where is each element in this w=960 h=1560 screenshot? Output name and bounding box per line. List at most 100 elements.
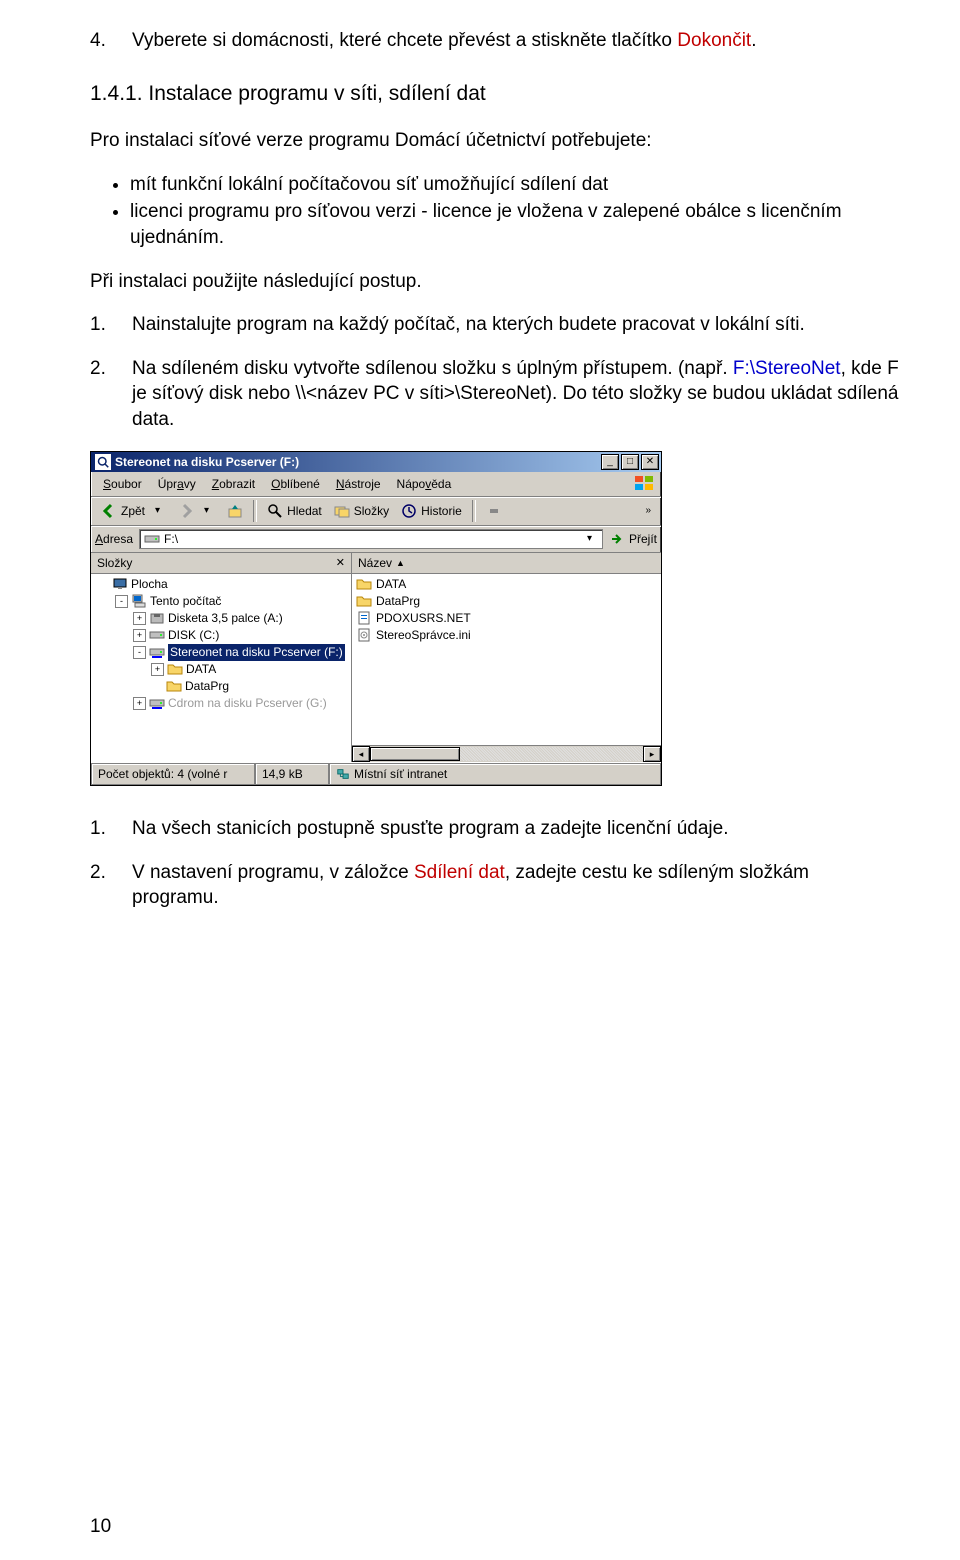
more-icon [486, 503, 502, 519]
desktop-icon [112, 576, 128, 592]
list-item: licenci programu pro síťovou verzi - lic… [130, 199, 900, 250]
menu-item[interactable]: Úpravy [150, 474, 204, 494]
file-name: DataPrg [376, 593, 420, 609]
search-button[interactable]: Hledat [261, 501, 328, 521]
folder-icon [356, 593, 372, 609]
up-button[interactable] [221, 501, 249, 521]
file-list[interactable]: DATADataPrgPDOXUSRS.NETStereoSprávce.ini [352, 574, 661, 745]
tree-item-label: Disketa 3,5 palce (A:) [168, 610, 283, 626]
separator [253, 500, 257, 522]
forward-button[interactable]: ▾ [172, 501, 221, 521]
expand-toggle[interactable]: - [133, 646, 146, 659]
go-button[interactable]: Přejít [603, 531, 657, 547]
close-pane-button[interactable]: ✕ [336, 556, 345, 571]
titlebar[interactable]: Stereonet na disku Pcserver (F:) _ □ ✕ [91, 452, 661, 472]
tree-item-label: Tento počítač [150, 593, 221, 609]
status-objects: Počet objektů: 4 (volné r [91, 763, 255, 785]
expand-toggle[interactable]: - [115, 595, 128, 608]
dropdown-icon[interactable]: ▾ [581, 532, 598, 546]
address-value: F:\ [164, 531, 178, 547]
horizontal-scrollbar[interactable]: ◂ ▸ [352, 745, 661, 762]
folders-icon [334, 503, 350, 519]
netdisk-icon [149, 695, 165, 711]
overflow-chevron-icon[interactable]: » [639, 504, 657, 518]
tree-item[interactable]: - Stereonet na disku Pcserver (F:) [93, 644, 351, 661]
list-item: mít funkční lokální počítačovou síť umož… [130, 172, 900, 198]
toolbar: Zpět ▾ ▾ Hledat Složky Historie » [91, 497, 661, 526]
ini-icon [356, 627, 372, 643]
tree-item[interactable]: + DISK (C:) [93, 627, 351, 644]
menu-item[interactable]: Soubor [95, 474, 150, 494]
tree-item[interactable]: - Tento počítač [93, 593, 351, 610]
netfile-icon [356, 610, 372, 626]
scroll-left-button[interactable]: ◂ [352, 746, 370, 762]
requirements-list: mít funkční lokální počítačovou síť umož… [90, 172, 900, 251]
floppy-icon [149, 610, 165, 626]
column-header[interactable]: Název ▲ [352, 553, 661, 574]
sort-icon: ▲ [396, 557, 405, 569]
tree-item[interactable]: DataPrg [93, 678, 351, 695]
content-panes: Složky ✕ Plocha-Tento počítač+Disketa 3,… [91, 553, 661, 762]
expand-toggle[interactable]: + [133, 629, 146, 642]
back-button[interactable]: Zpět ▾ [95, 501, 172, 521]
menu-item[interactable]: Nápověda [389, 474, 460, 494]
file-item[interactable]: PDOXUSRS.NET [356, 610, 661, 627]
history-icon [401, 503, 417, 519]
go-icon [609, 531, 625, 547]
expand-toggle[interactable]: + [133, 612, 146, 625]
scroll-thumb[interactable] [370, 747, 460, 761]
close-button[interactable]: ✕ [641, 454, 659, 470]
maximize-button[interactable]: □ [621, 454, 639, 470]
expand-toggle[interactable]: + [133, 697, 146, 710]
menu-item[interactable]: Nástroje [328, 474, 389, 494]
window-title: Stereonet na disku Pcserver (F:) [115, 454, 601, 470]
file-item[interactable]: DataPrg [356, 593, 661, 610]
search-icon [267, 503, 283, 519]
section-heading: 1.4.1. Instalace programu v síti, sdílen… [90, 80, 900, 108]
tree-item-label: Stereonet na disku Pcserver (F:) [168, 644, 345, 660]
procedure-intro: Při instalaci použijte následující postu… [90, 269, 900, 295]
step-4: 4. Vyberete si domácnosti, které chcete … [90, 28, 900, 54]
file-name: DATA [376, 576, 406, 592]
tree-item-label: Plocha [131, 576, 168, 592]
minimize-button[interactable]: _ [601, 454, 619, 470]
expand-toggle[interactable]: + [151, 663, 164, 676]
tree-item[interactable]: Plocha [93, 576, 351, 593]
folders-pane: Složky ✕ Plocha-Tento počítač+Disketa 3,… [91, 553, 352, 762]
menu-item[interactable]: Zobrazit [204, 474, 263, 494]
tree-item[interactable]: + DATA [93, 661, 351, 678]
file-item[interactable]: StereoSprávce.ini [356, 627, 661, 644]
folder-tree[interactable]: Plocha-Tento počítač+Disketa 3,5 palce (… [91, 574, 351, 762]
up-icon [227, 503, 243, 519]
explorer-window: Stereonet na disku Pcserver (F:) _ □ ✕ S… [90, 451, 662, 786]
separator [472, 500, 476, 522]
folders-button[interactable]: Složky [328, 501, 395, 521]
window-icon [95, 454, 111, 470]
disk-icon [149, 627, 165, 643]
scroll-right-button[interactable]: ▸ [643, 746, 661, 762]
path-example: F:\StereoNet [733, 358, 841, 379]
address-field[interactable]: F:\ ▾ [139, 529, 603, 549]
menu-item[interactable]: Oblíbené [263, 474, 328, 494]
folder-icon [167, 661, 183, 677]
intro-text: Pro instalaci síťové verze programu Domá… [90, 128, 900, 154]
history-button[interactable]: Historie [395, 501, 468, 521]
menubar: Soubor Úpravy Zobrazit Oblíbené Nástroje… [91, 472, 661, 497]
more-button[interactable] [480, 501, 508, 521]
tree-item-label: DATA [186, 661, 216, 677]
step-text: Vyberete si domácnosti, které chcete pře… [132, 28, 900, 54]
tree-item[interactable]: +Cdrom na disku Pcserver (G:) [93, 695, 351, 712]
status-size: 14,9 kB [255, 763, 329, 785]
intranet-icon [336, 767, 350, 781]
drive-icon [144, 531, 160, 547]
file-item[interactable]: DATA [356, 576, 661, 593]
status-zone: Místní síť intranet [329, 763, 661, 785]
tree-item[interactable]: + Disketa 3,5 palce (A:) [93, 610, 351, 627]
file-name: PDOXUSRS.NET [376, 610, 471, 626]
address-label: Adresa [95, 531, 139, 547]
tree-item-label: DataPrg [185, 678, 229, 694]
address-bar: Adresa F:\ ▾ Přejít [91, 526, 661, 553]
button-name: Dokončit [677, 30, 751, 51]
tree-item-label: DISK (C:) [168, 627, 219, 643]
tab-name: Sdílení dat [414, 862, 505, 883]
